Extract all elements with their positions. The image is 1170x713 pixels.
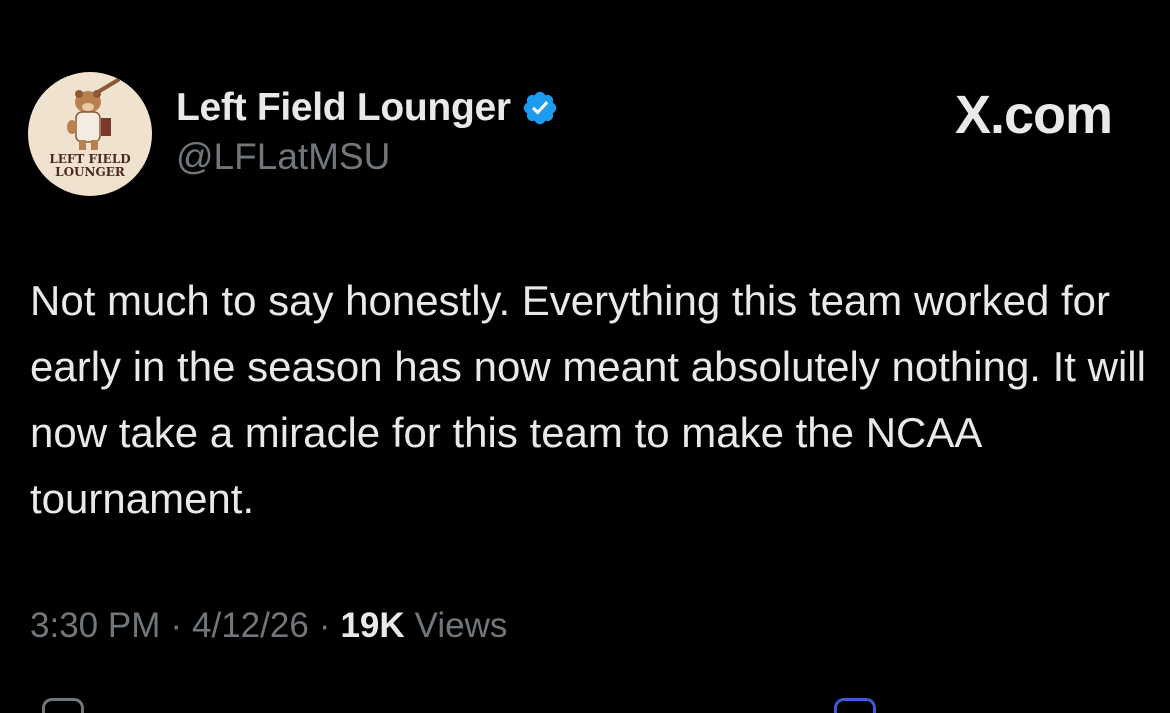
tweet-date[interactable]: 4/12/26 xyxy=(192,606,309,646)
avatar-logo-text: LOUNGER xyxy=(55,165,125,179)
display-name[interactable]: Left Field Lounger xyxy=(176,86,511,130)
views-count[interactable]: 19K xyxy=(340,606,404,646)
separator: · xyxy=(318,606,331,645)
tweet-card: LEFT FIELD LOUNGER Left Field Lounger @L… xyxy=(0,0,1170,713)
tweet-text: Not much to say honestly. Everything thi… xyxy=(30,277,1146,522)
avatar-logo-text: LEFT FIELD xyxy=(49,152,131,166)
tweet-time[interactable]: 3:30 PM xyxy=(30,606,160,646)
tweet-metadata: 3:30 PM · 4/12/26 · 19K Views xyxy=(30,606,507,646)
views-label[interactable]: Views xyxy=(415,606,508,646)
author-handle[interactable]: @LFLatMSU xyxy=(176,136,390,178)
bookmark-icon[interactable] xyxy=(834,698,876,713)
x-com-brand: X.com xyxy=(954,85,1113,145)
avatar[interactable]: LEFT FIELD LOUNGER xyxy=(28,72,152,196)
verified-badge-icon xyxy=(521,89,559,127)
action-bar-cropped xyxy=(0,692,1170,713)
author-name-row[interactable]: Left Field Lounger xyxy=(176,84,559,132)
reply-icon[interactable] xyxy=(42,698,84,713)
separator: · xyxy=(170,606,183,645)
